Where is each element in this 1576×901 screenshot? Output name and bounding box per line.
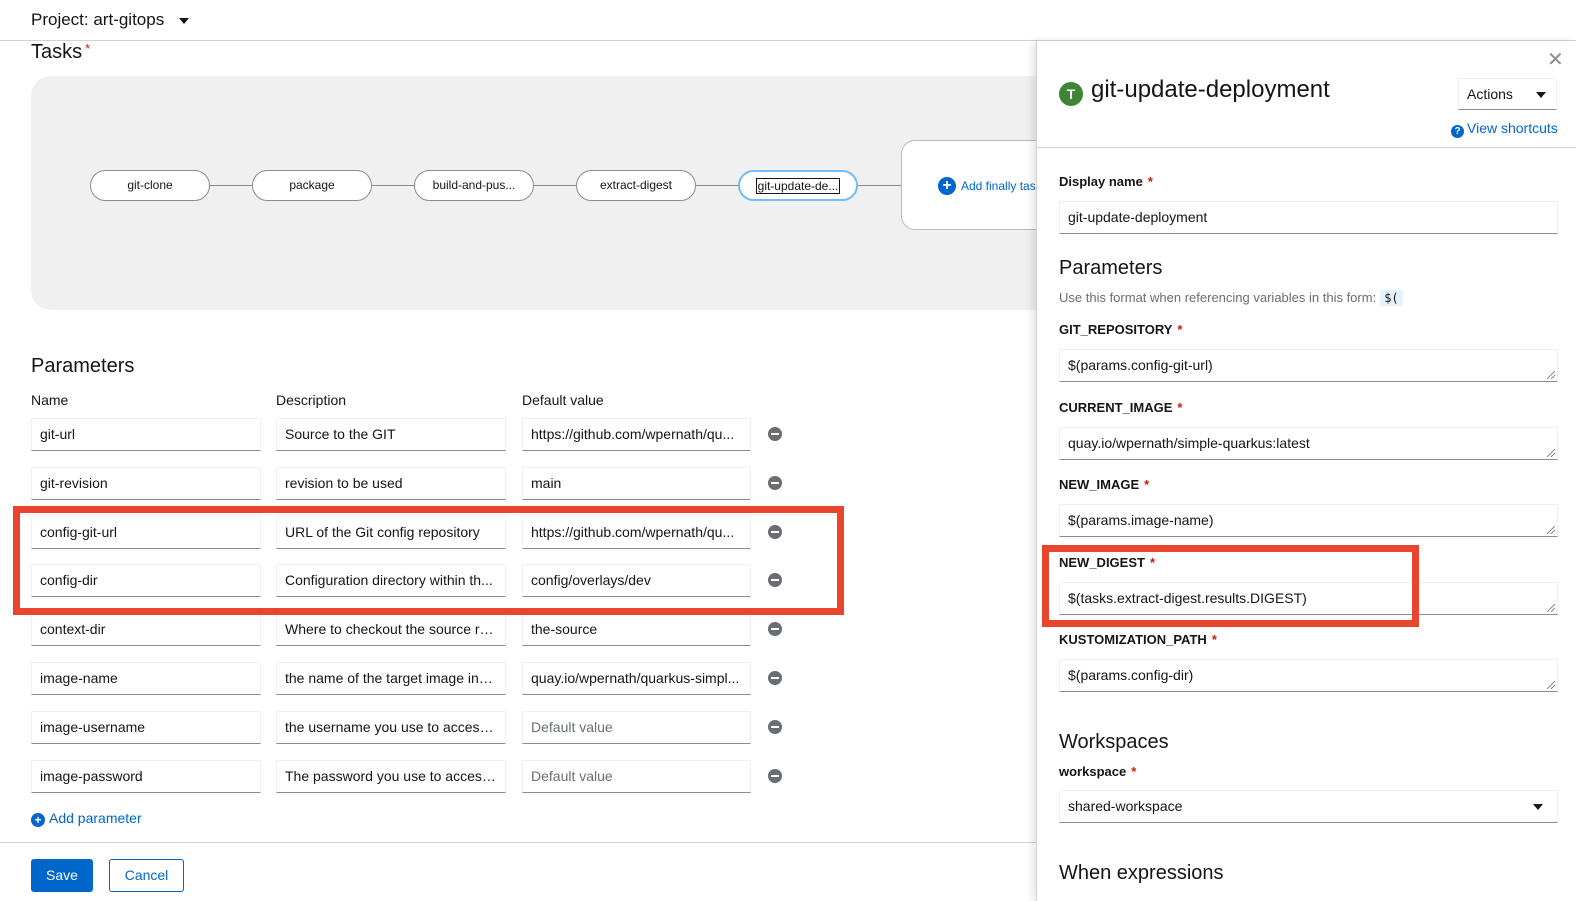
remove-circle-icon[interactable] [768, 427, 782, 441]
param-default-input[interactable]: Default value [522, 710, 751, 744]
remove-circle-icon[interactable] [768, 719, 782, 734]
task-side-panel: ✕ T git-update-deployment Actions ? View … [1036, 41, 1576, 901]
plus-circle-icon: + [31, 813, 45, 827]
task-node-git-clone[interactable]: git-clone [90, 170, 210, 201]
panel-title: git-update-deployment [1091, 76, 1330, 103]
task-connector [371, 185, 414, 186]
param-default-input[interactable]: quay.io/wpernath/quarkus-simpl... [522, 662, 751, 695]
code-snippet: $( [1380, 290, 1403, 306]
tasks-heading: Tasks * [31, 41, 91, 63]
param-name-input[interactable]: image-password [31, 759, 261, 793]
workspace-select[interactable]: shared-workspace [1059, 790, 1558, 823]
project-bar: Project: art-gitops [0, 0, 1576, 41]
close-icon[interactable]: ✕ [1547, 47, 1564, 72]
panel-param-label: GIT_REPOSITORY * [1059, 322, 1183, 337]
remove-circle-icon[interactable] [768, 768, 782, 783]
add-finally-label: Add finally tas [961, 179, 1036, 193]
remove-circle-icon[interactable] [768, 622, 782, 637]
column-header-default: Default value [522, 392, 604, 408]
remove-circle-icon[interactable] [768, 671, 782, 685]
resize-grip-icon[interactable] [1547, 526, 1555, 535]
question-circle-icon: ? [1451, 125, 1464, 138]
required-asterisk: * [85, 41, 91, 56]
param-description-input[interactable]: Source to the GIT [276, 418, 506, 451]
task-node-label: git-update-de... [755, 177, 841, 194]
param-description-input[interactable]: The password you use to access ... [276, 759, 506, 793]
task-badge: T [1059, 82, 1083, 106]
workspaces-heading: Workspaces [1059, 731, 1169, 753]
param-name-input[interactable]: context-dir [31, 613, 261, 647]
panel-param-label: CURRENT_IMAGE * [1059, 399, 1183, 415]
highlight-box [13, 506, 844, 615]
footer-divider [0, 842, 1036, 843]
display-name-input[interactable]: git-update-deployment [1059, 201, 1558, 234]
param-name-input[interactable]: image-name [31, 662, 261, 695]
task-connector [857, 185, 901, 186]
param-default-input[interactable]: https://github.com/wpernath/qu... [522, 418, 751, 451]
save-button[interactable]: Save [31, 859, 93, 892]
panel-param-input[interactable]: $(params.config-dir) [1059, 659, 1558, 693]
param-description-input[interactable]: the name of the target image inc... [276, 662, 506, 695]
caret-down-icon [1533, 804, 1543, 810]
param-description-input[interactable]: the username you use to access ... [276, 710, 506, 744]
resize-grip-icon[interactable] [1547, 681, 1555, 690]
panel-parameters-heading: Parameters [1059, 257, 1163, 279]
when-expressions-heading: When expressions [1059, 862, 1224, 884]
actions-dropdown[interactable]: Actions [1458, 78, 1557, 110]
task-node-package[interactable]: package [252, 170, 372, 201]
remove-circle-icon[interactable] [768, 475, 782, 490]
param-default-input[interactable]: Default value [522, 759, 751, 793]
task-node-git-update-deployment[interactable]: git-update-de... [738, 170, 858, 201]
workspace-label: workspace * [1059, 764, 1137, 779]
resize-grip-icon[interactable] [1547, 448, 1555, 457]
param-description-input[interactable]: Where to checkout the source re... [276, 613, 506, 647]
param-description-input[interactable]: revision to be used [276, 466, 506, 500]
view-shortcuts-link[interactable]: ? View shortcuts [1451, 120, 1558, 138]
task-connector [209, 185, 252, 186]
param-default-input[interactable]: the-source [522, 613, 751, 647]
task-connector [695, 185, 738, 186]
plus-circle-icon: + [938, 177, 956, 195]
parameters-help-text: Use this format when referencing variabl… [1059, 290, 1403, 306]
display-name-label: Display name * [1059, 174, 1153, 189]
column-header-description: Description [276, 392, 347, 408]
caret-down-icon[interactable] [179, 18, 189, 24]
panel-param-label: KUSTOMIZATION_PATH * [1059, 632, 1217, 648]
project-selector[interactable]: Project: art-gitops [31, 10, 164, 30]
column-header-name: Name [31, 392, 69, 408]
param-default-input[interactable]: main [522, 466, 751, 500]
task-node-build-and-push[interactable]: build-and-pus... [414, 170, 534, 201]
cancel-button[interactable]: Cancel [109, 859, 184, 892]
param-name-input[interactable]: git-revision [31, 466, 261, 500]
panel-param-label: NEW_IMAGE * [1059, 477, 1150, 493]
task-node-extract-digest[interactable]: extract-digest [576, 170, 696, 201]
panel-param-input[interactable]: $(params.image-name) [1059, 504, 1558, 538]
task-connector [533, 185, 576, 186]
parameters-heading: Parameters [31, 355, 135, 377]
param-name-input[interactable]: image-username [31, 710, 261, 744]
add-parameter-link[interactable]: + Add parameter [31, 810, 142, 827]
panel-param-input[interactable]: quay.io/wpernath/simple-quarkus:latest [1059, 426, 1558, 460]
panel-param-input[interactable]: $(params.config-git-url) [1059, 349, 1558, 382]
resize-grip-icon[interactable] [1547, 603, 1555, 612]
resize-grip-icon[interactable] [1547, 371, 1555, 379]
param-name-input[interactable]: git-url [31, 418, 261, 451]
caret-down-icon [1536, 92, 1546, 98]
highlight-box [1042, 545, 1419, 627]
panel-divider [1037, 147, 1576, 148]
